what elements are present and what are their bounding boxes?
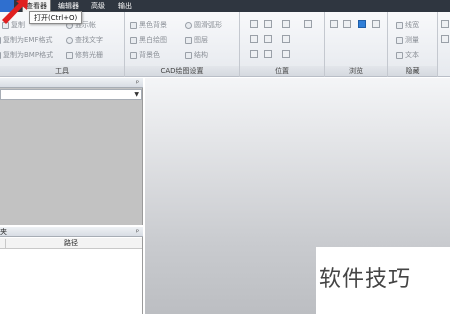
crop-icon <box>66 51 73 59</box>
column-divider[interactable] <box>5 239 6 248</box>
hide-group: 线宽 测量 文本 隐藏 <box>388 12 438 77</box>
column-header: 路径 <box>0 238 142 249</box>
file-panel-title: 夹 <box>0 228 7 236</box>
background-color-button[interactable]: 背景色 <box>130 50 160 60</box>
more-icon[interactable] <box>441 20 449 28</box>
background-icon <box>130 21 137 29</box>
structure-icon <box>185 51 192 59</box>
black-white-button[interactable]: 黑白绘图 <box>130 35 167 45</box>
more-icon-2[interactable] <box>441 35 449 43</box>
panel-header: ᵖ <box>0 78 143 88</box>
refresh-icon[interactable] <box>358 20 366 28</box>
line-width-button[interactable]: 线宽 <box>396 20 419 30</box>
watermark-text: 软件技巧 <box>319 267 412 292</box>
browse-group: 浏览 <box>325 12 388 77</box>
file-panel-header: 夹 ᵖ <box>0 227 143 237</box>
text-icon <box>396 51 403 59</box>
bw-icon <box>130 36 137 44</box>
zoom-out-icon[interactable] <box>282 35 290 43</box>
zoom-extents-icon[interactable] <box>250 35 258 43</box>
file-panel: 夹 ᵖ 路径 <box>0 227 143 314</box>
pan-hand-icon[interactable] <box>304 20 312 28</box>
hide-group-title: 隐藏 <box>388 66 437 76</box>
emf-icon <box>0 36 1 44</box>
trim-raster-button[interactable]: 修剪光栅 <box>66 50 103 60</box>
mirror-icon[interactable] <box>264 50 272 58</box>
cad-settings-group: 黑色背景 圆滑弧形 黑白绘图 图层 背景色 结构 CAD绘图设置 <box>125 12 240 77</box>
ruler-icon <box>396 36 403 44</box>
zoom-selection-icon[interactable] <box>264 35 272 43</box>
open-tooltip: 打开(Ctrl+O) <box>29 11 83 24</box>
zoom-window-icon[interactable] <box>264 20 272 28</box>
fit-icon[interactable] <box>250 20 258 28</box>
pin-icon[interactable]: ᵖ <box>136 228 139 236</box>
position-group-title: 位置 <box>240 66 324 76</box>
bmp-icon <box>0 51 1 59</box>
tab-advanced[interactable]: 高级 <box>88 0 108 12</box>
copy-emf-button[interactable]: 复制为EMF格式 <box>0 35 53 45</box>
smooth-arc-button[interactable]: 圆滑弧形 <box>185 20 222 30</box>
path-column-header[interactable]: 路径 <box>64 238 78 249</box>
rotate-icon[interactable] <box>250 50 258 58</box>
layers-button[interactable]: 图层 <box>185 35 208 45</box>
copy-bmp-button[interactable]: 复制为BMP格式 <box>0 50 53 60</box>
line-width-icon <box>396 21 403 29</box>
palette-icon <box>130 51 137 59</box>
cad-settings-group-title: CAD绘图设置 <box>125 66 239 76</box>
overflow-group <box>438 12 450 77</box>
find-text-button[interactable]: 查找文字 <box>66 35 103 45</box>
pin-icon[interactable]: ᵖ <box>136 79 139 87</box>
view-3d-icon[interactable] <box>282 50 290 58</box>
zoom-in-icon[interactable] <box>282 20 290 28</box>
search-icon <box>66 36 73 44</box>
previous-icon[interactable] <box>330 20 338 28</box>
open-folder-icon[interactable] <box>372 20 380 28</box>
measure-button[interactable]: 测量 <box>396 35 419 45</box>
annotation-arrow-icon <box>2 0 28 24</box>
tab-output[interactable]: 输出 <box>115 0 135 12</box>
chevron-down-icon: ▼ <box>134 91 139 98</box>
structure-button[interactable]: 结构 <box>185 50 208 60</box>
position-group: 位置 <box>240 12 325 77</box>
left-panel-top: ᵖ ▼ <box>0 78 143 225</box>
browse-group-title: 浏览 <box>325 66 387 76</box>
black-background-button[interactable]: 黑色背景 <box>130 20 167 30</box>
watermark: 软件技巧 <box>316 247 450 314</box>
arc-icon <box>185 21 192 29</box>
panel-dropdown[interactable]: ▼ <box>0 89 142 100</box>
text-button[interactable]: 文本 <box>396 50 419 60</box>
tools-group-title: 工具 <box>0 66 124 76</box>
layers-icon <box>185 36 192 44</box>
next-icon[interactable] <box>343 20 351 28</box>
